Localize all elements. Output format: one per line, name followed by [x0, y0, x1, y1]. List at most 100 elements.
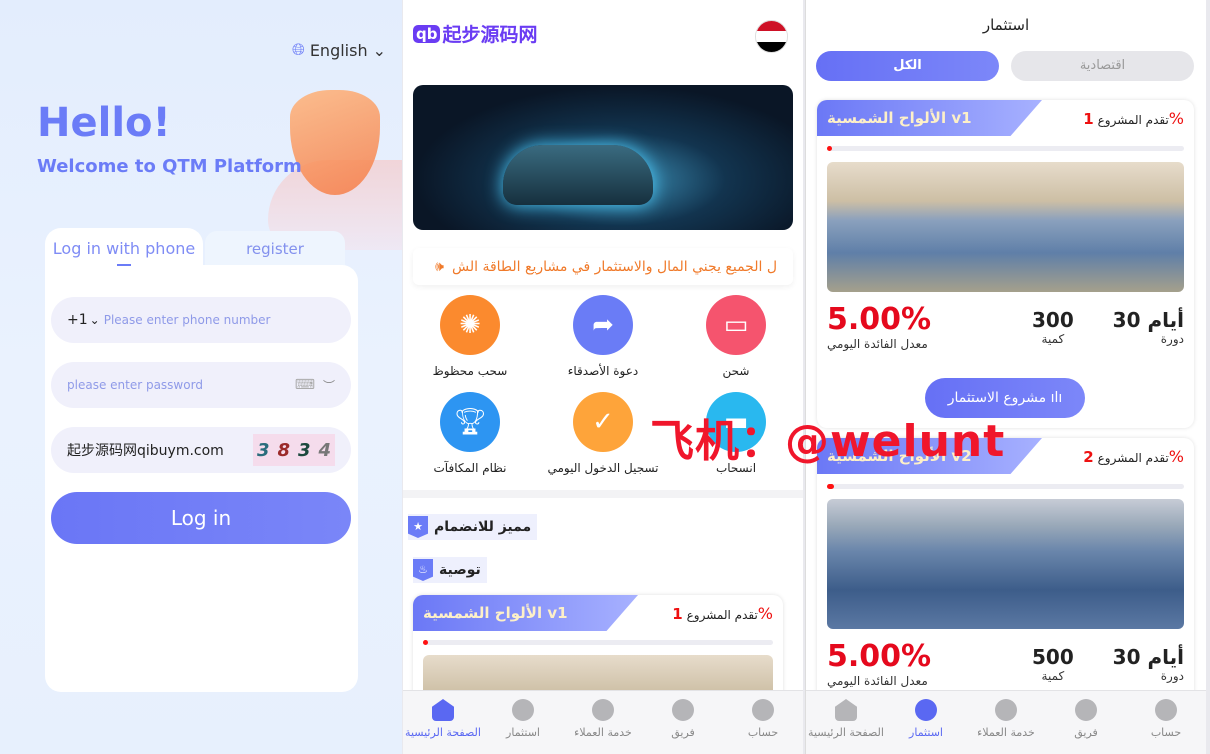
daily-rate: 5.00% معدل الفائدة اليومي	[827, 639, 931, 688]
section-title: مميز للانضمام	[434, 519, 532, 535]
project-progress: 2 تقدم المشروع%	[1083, 447, 1184, 466]
action-lucky-draw[interactable]: سحب محظوظ	[405, 364, 535, 378]
rate-value: 5.00%	[827, 302, 932, 337]
phone-field[interactable]: +1 ⌄ Please enter phone number	[51, 297, 351, 343]
period: أيام 30 دورة	[1113, 645, 1184, 683]
globe-icon: 🌐︎	[292, 40, 305, 59]
tab-all[interactable]: الكل	[816, 51, 999, 81]
banner-image[interactable]	[413, 85, 793, 230]
chart-icon	[915, 699, 937, 721]
action-daily-checkin[interactable]: تسجيل الدخول اليومي	[538, 461, 668, 475]
password-placeholder: please enter password	[67, 378, 203, 392]
captcha-image[interactable]: 3834	[253, 434, 335, 466]
keyboard-icon[interactable]: ⌨	[295, 377, 315, 393]
flame-icon: ♨	[413, 559, 433, 581]
nav-team[interactable]: فريق	[643, 691, 723, 754]
chevron-down-icon: ⌄	[89, 313, 100, 327]
share-icon[interactable]: ➦	[573, 295, 633, 355]
nav-service[interactable]: خدمة العملاء	[563, 691, 643, 754]
nav-invest[interactable]: استثمار	[483, 691, 563, 754]
tab-register[interactable]: register	[205, 231, 345, 265]
phone-placeholder: Please enter phone number	[103, 313, 271, 327]
bottom-nav: الصفحة الرئيسية استثمار خدمة العملاء فري…	[403, 690, 803, 754]
announcement-marquee[interactable]: 🕪︎ ل الجميع يجني المال والاستثمار في مشار…	[413, 248, 793, 285]
quantity-label: كمية	[1041, 332, 1065, 346]
progress-fill	[827, 146, 832, 151]
login-screen: 🌐︎ English ⌄ Hello! Welcome to QTM Platfor…	[0, 0, 402, 754]
quantity-value: 500	[1032, 645, 1074, 669]
action-invite[interactable]: دعوة الأصدقاء	[538, 364, 668, 378]
eye-closed-icon[interactable]: ︶	[323, 377, 335, 394]
nav-label: خدمة العملاء	[574, 726, 632, 739]
nav-label: الصفحة الرئيسية	[808, 726, 884, 739]
country-code-select[interactable]: +1	[67, 312, 88, 328]
captcha-field[interactable]: 起步源码网qibuym.com 3834	[51, 427, 351, 473]
egypt-flag-icon[interactable]	[755, 20, 788, 53]
home-icon	[835, 699, 857, 721]
nav-invest[interactable]: استثمار	[886, 691, 966, 754]
nav-label: استثمار	[909, 726, 943, 739]
nav-label: الصفحة الرئيسية	[405, 726, 481, 739]
captcha-char: 3	[256, 439, 270, 461]
team-icon	[672, 699, 694, 721]
nav-account[interactable]: حساب	[723, 691, 803, 754]
wallet-icon[interactable]: ▭	[706, 295, 766, 355]
nav-label: استثمار	[506, 726, 540, 739]
active-tab-indicator	[117, 264, 131, 266]
progress-value: 2	[1083, 448, 1094, 466]
watermark: 飞机：@welunt	[650, 416, 1006, 467]
trophy-icon[interactable]: 🏆︎	[440, 392, 500, 452]
chat-icon	[592, 699, 614, 721]
password-field[interactable]: please enter password ⌨ ︶	[51, 362, 351, 408]
daily-rate: 5.00% معدل الفائدة اليومي	[827, 302, 931, 351]
calendar-check-icon[interactable]: ✓	[573, 392, 633, 452]
nav-service[interactable]: خدمة العملاء	[966, 691, 1046, 754]
nav-home[interactable]: الصفحة الرئيسية	[403, 691, 483, 754]
action-rewards[interactable]: نظام المكافآت	[405, 461, 535, 475]
bottom-nav: الصفحة الرئيسية استثمار خدمة العملاء فري…	[806, 690, 1206, 754]
divider	[403, 490, 803, 498]
nav-account[interactable]: حساب	[1126, 691, 1206, 754]
product-card[interactable]: الألواح الشمسية v1 1 تقدم المشروع% 5.00% م…	[817, 100, 1194, 428]
chart-icon	[512, 699, 534, 721]
progress-pct: %	[1168, 109, 1184, 128]
project-progress: 1 تقدم المشروع%	[672, 604, 773, 623]
chat-icon	[995, 699, 1017, 721]
action-recharge[interactable]: شحن	[671, 364, 801, 378]
home-screen: qb 起步源码网 🕪︎ ل الجميع يجني المال والاستثمار…	[403, 0, 803, 754]
progress-fill	[423, 640, 428, 645]
period-value: أيام 30	[1112, 645, 1184, 669]
nav-team[interactable]: فريق	[1046, 691, 1126, 754]
wheel-icon[interactable]: ✺	[440, 295, 500, 355]
progress-value: 1	[1083, 110, 1094, 128]
announcement-text: ل الجميع يجني المال والاستثمار في مشاريع…	[451, 258, 777, 275]
progress-bar	[423, 640, 773, 645]
solar-panel-image	[827, 499, 1184, 629]
quantity-value: 300	[1032, 308, 1074, 332]
login-button[interactable]: Log in	[51, 492, 351, 544]
nav-label: حساب	[747, 726, 779, 739]
period-label: دورة	[1160, 332, 1184, 346]
progress-label: تقدم المشروع	[1097, 113, 1169, 127]
nav-home[interactable]: الصفحة الرئيسية	[806, 691, 886, 754]
captcha-char: 3	[297, 439, 311, 461]
progress-bar	[827, 146, 1184, 151]
speaker-icon: 🕪︎	[435, 258, 444, 275]
language-label: English	[309, 40, 368, 60]
quantity: 500 كمية	[1032, 645, 1074, 683]
product-card[interactable]: الألواح الشمسية v2 2 تقدم المشروع% 5.00% م…	[817, 438, 1194, 728]
language-selector[interactable]: 🌐︎ English ⌄	[292, 40, 386, 60]
captcha-char: 4	[318, 439, 332, 461]
nav-label: فريق	[671, 726, 695, 739]
project-progress: 1 تقدم المشروع%	[1083, 109, 1184, 128]
user-icon	[1155, 699, 1177, 721]
tab-login-phone[interactable]: Log in with phone	[45, 228, 203, 268]
logo-text: 起步源码网	[442, 24, 538, 46]
progress-bar	[827, 484, 1184, 489]
product-title: الألواح الشمسية v1	[413, 595, 638, 631]
tab-label: Log in with phone	[52, 239, 196, 258]
tab-economic[interactable]: اقتصادية	[1011, 51, 1194, 81]
quantity-label: كمية	[1041, 669, 1065, 683]
car-image	[503, 145, 653, 205]
nav-label: حساب	[1150, 726, 1182, 739]
